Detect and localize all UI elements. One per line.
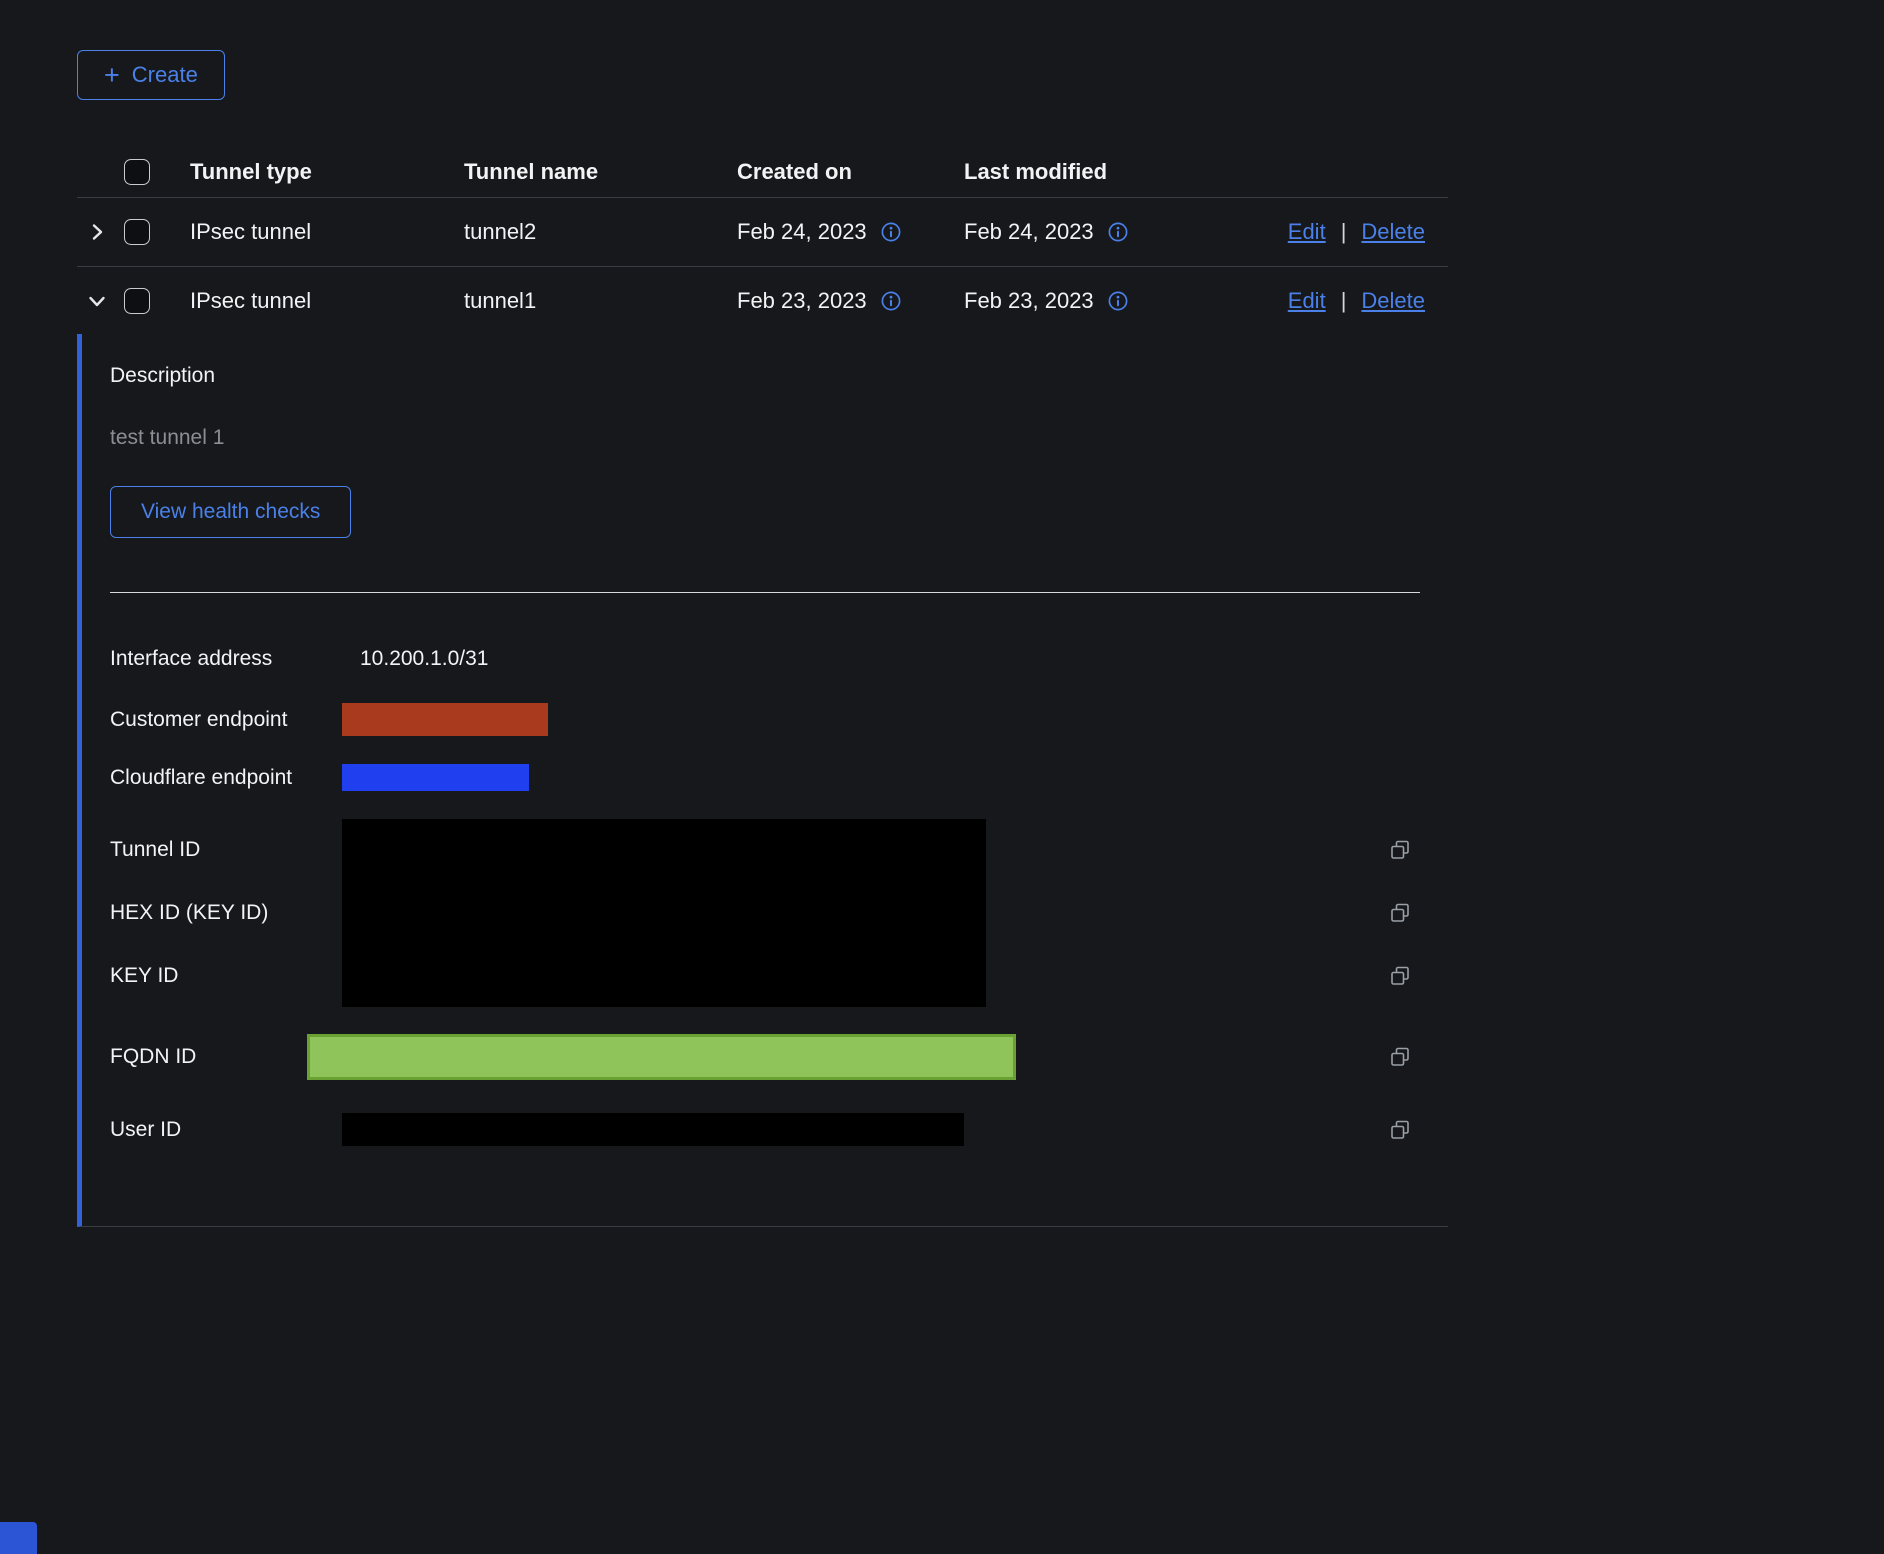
create-button-label: Create [132, 62, 198, 88]
divider [110, 592, 1420, 593]
field-fqdn-id: FQDN ID [110, 1034, 1448, 1080]
copy-icon[interactable] [1388, 901, 1412, 925]
partial-bottom-left-element [0, 1522, 37, 1554]
chevron-right-icon[interactable] [86, 221, 108, 243]
header-actions-cell [1271, 146, 1448, 197]
user-id-label: User ID [110, 1118, 342, 1142]
copy-icon[interactable] [1388, 838, 1412, 862]
description-value: test tunnel 1 [110, 426, 1448, 450]
actions-separator: | [1341, 219, 1347, 245]
header-checkbox-cell [124, 146, 179, 197]
field-cloudflare-endpoint: Cloudflare endpoint [110, 764, 1448, 791]
cloudflare-endpoint-redacted-value [342, 764, 529, 791]
tunnel-type-value: IPsec tunnel [179, 198, 453, 266]
table-header-row: Tunnel type Tunnel name Created on Last … [77, 146, 1448, 198]
interface-address-value: 10.200.1.0/31 [360, 647, 488, 671]
interface-address-label: Interface address [110, 647, 342, 671]
tunnels-table: Tunnel type Tunnel name Created on Last … [77, 146, 1448, 334]
tunnel-name-value: tunnel2 [453, 198, 726, 266]
table-row-tunnel1: IPsec tunnel tunnel1 Feb 23, 2023 Feb 23… [77, 266, 1448, 334]
copy-icon[interactable] [1388, 1118, 1448, 1142]
key-id-label: KEY ID [110, 944, 342, 1007]
chevron-down-icon[interactable] [86, 290, 108, 312]
copy-icon[interactable] [1388, 1045, 1448, 1069]
select-all-checkbox[interactable] [124, 159, 150, 185]
tunnel-id-label: Tunnel ID [110, 819, 342, 882]
customer-endpoint-redacted-value [342, 703, 548, 736]
row-checkbox[interactable] [124, 219, 150, 245]
created-on-value: Feb 23, 2023 [737, 288, 867, 314]
tunnel1-detail-panel: Description test tunnel 1 View health ch… [77, 334, 1448, 1227]
col-header-created-on: Created on [726, 146, 953, 197]
customer-endpoint-label: Customer endpoint [110, 708, 342, 732]
id-copy-column [986, 819, 1448, 1007]
tunnel-ids-redacted-value [342, 819, 986, 1007]
last-modified-value: Feb 24, 2023 [964, 219, 1094, 245]
field-interface-address: Interface address 10.200.1.0/31 [110, 639, 1448, 679]
delete-link[interactable]: Delete [1361, 288, 1425, 314]
info-icon[interactable] [880, 221, 902, 243]
info-icon[interactable] [1107, 290, 1129, 312]
fqdn-id-redacted-value [307, 1034, 1016, 1080]
field-group-tunnel-ids: Tunnel ID HEX ID (KEY ID) KEY ID [110, 819, 1448, 1007]
plus-icon: + [104, 62, 120, 89]
field-user-id: User ID [110, 1113, 1448, 1146]
id-labels-column: Tunnel ID HEX ID (KEY ID) KEY ID [110, 819, 342, 1007]
view-health-checks-button[interactable]: View health checks [110, 486, 351, 538]
field-customer-endpoint: Customer endpoint [110, 703, 1448, 736]
header-expander-cell [77, 146, 124, 197]
info-icon[interactable] [1107, 221, 1129, 243]
last-modified-value: Feb 23, 2023 [964, 288, 1094, 314]
cloudflare-endpoint-label: Cloudflare endpoint [110, 766, 342, 790]
copy-icon[interactable] [1388, 964, 1412, 988]
edit-link[interactable]: Edit [1288, 288, 1326, 314]
create-button[interactable]: + Create [77, 50, 225, 100]
tunnels-page: + Create Tunnel type Tunnel name Created… [0, 0, 1884, 1227]
description-label: Description [110, 364, 1448, 388]
edit-link[interactable]: Edit [1288, 219, 1326, 245]
delete-link[interactable]: Delete [1361, 219, 1425, 245]
tunnel-fields: Interface address 10.200.1.0/31 Customer… [110, 639, 1448, 1146]
info-icon[interactable] [880, 290, 902, 312]
col-header-last-modified: Last modified [953, 146, 1271, 197]
created-on-value: Feb 24, 2023 [737, 219, 867, 245]
table-row-tunnel2: IPsec tunnel tunnel2 Feb 24, 2023 Feb 24… [77, 198, 1448, 266]
col-header-tunnel-name: Tunnel name [453, 146, 726, 197]
hex-id-label: HEX ID (KEY ID) [110, 882, 342, 945]
row-checkbox[interactable] [124, 288, 150, 314]
actions-separator: | [1341, 288, 1347, 314]
user-id-redacted-value [342, 1113, 964, 1146]
tunnel-type-value: IPsec tunnel [179, 267, 453, 334]
tunnel-name-value: tunnel1 [453, 267, 726, 334]
col-header-tunnel-type: Tunnel type [179, 146, 453, 197]
